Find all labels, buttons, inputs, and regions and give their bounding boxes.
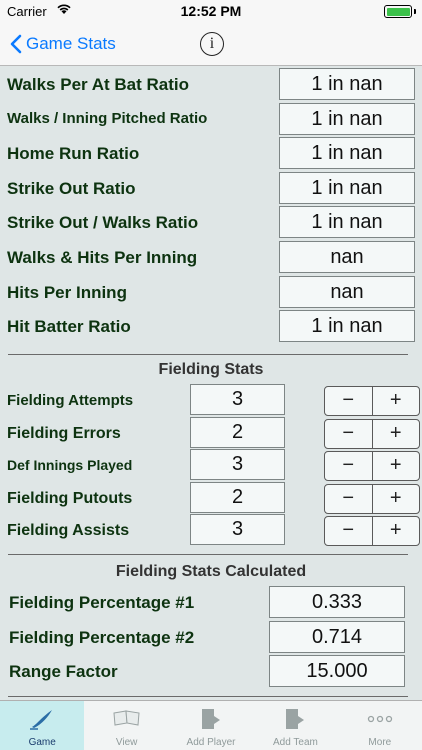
ratio-value: 1 in nan bbox=[279, 206, 415, 239]
ratio-row: Hit Batter Ratio 1 in nan bbox=[0, 310, 422, 343]
ratio-value: 1 in nan bbox=[279, 102, 415, 135]
ratio-row: Home Run Ratio 1 in nan bbox=[0, 137, 422, 170]
more-icon bbox=[366, 707, 394, 736]
add-team-icon bbox=[282, 707, 308, 736]
ratio-row: Walks & Hits Per Inning nan bbox=[0, 241, 422, 273]
calculated-value: 0.714 bbox=[269, 620, 405, 653]
status-time: 12:52 PM bbox=[180, 3, 242, 19]
tab-game-label: Game bbox=[28, 737, 56, 748]
decrement-button[interactable]: − bbox=[325, 420, 372, 448]
fielding-value: 3 bbox=[190, 514, 285, 546]
fielding-label: Def Innings Played bbox=[7, 457, 133, 474]
fielding-stepper[interactable]: − + bbox=[324, 386, 420, 416]
calculated-label: Range Factor bbox=[9, 662, 118, 681]
ratio-row: Walks / Inning Pitched Ratio 1 in nan bbox=[0, 102, 422, 135]
tab-add-team-label: Add Team bbox=[273, 737, 318, 748]
battery-icon bbox=[384, 5, 412, 18]
calculated-value: 15.000 bbox=[269, 655, 405, 687]
tab-add-team[interactable]: Add Team bbox=[253, 701, 337, 750]
calculated-value: 0.333 bbox=[269, 586, 405, 618]
decrement-button[interactable]: − bbox=[325, 517, 372, 545]
ratio-value: 1 in nan bbox=[279, 137, 415, 170]
ratio-row: Strike Out / Walks Ratio 1 in nan bbox=[0, 206, 422, 239]
fielding-stats-title: Fielding Stats bbox=[158, 361, 264, 378]
tab-add-player-label: Add Player bbox=[186, 737, 236, 748]
ratio-row: Strike Out Ratio 1 in nan bbox=[0, 171, 422, 204]
tab-bar: Game View Add Player Add Team More bbox=[0, 700, 422, 750]
fielding-stepper[interactable]: − + bbox=[324, 418, 420, 449]
ratio-value: nan bbox=[279, 241, 415, 273]
ratio-label: Strike Out / Walks Ratio bbox=[7, 213, 199, 233]
fielding-row: Fielding Putouts 2 − + bbox=[0, 481, 422, 514]
add-player-icon bbox=[198, 707, 224, 736]
fielding-stepper[interactable]: − + bbox=[324, 451, 420, 482]
fielding-label: Fielding Errors bbox=[7, 424, 121, 442]
decrement-button[interactable]: − bbox=[325, 452, 372, 480]
increment-button[interactable]: + bbox=[371, 452, 420, 481]
ratio-label: Strike Out Ratio bbox=[7, 178, 136, 198]
fielding-row: Fielding Attempts 3 − + bbox=[0, 384, 422, 416]
back-button-label: Game Stats bbox=[26, 34, 116, 53]
calculated-row: Range Factor 15.000 bbox=[0, 655, 422, 687]
back-button[interactable]: Game Stats bbox=[10, 31, 116, 57]
increment-button[interactable]: + bbox=[371, 517, 420, 546]
ratio-label: Hits Per Inning bbox=[7, 282, 127, 302]
info-icon[interactable]: i bbox=[200, 32, 224, 56]
ratio-value: nan bbox=[279, 275, 415, 308]
fielding-row: Fielding Errors 2 − + bbox=[0, 416, 422, 449]
status-bar: Carrier 12:52 PM bbox=[0, 0, 422, 22]
calculated-label: Fielding Percentage #1 bbox=[9, 593, 195, 612]
fielding-value: 2 bbox=[190, 481, 285, 513]
calculated-label: Fielding Percentage #2 bbox=[9, 627, 195, 647]
chevron-left-icon bbox=[10, 34, 22, 54]
ratio-row: Walks Per At Bat Ratio 1 in nan bbox=[0, 68, 422, 100]
ratio-value: 1 in nan bbox=[279, 310, 415, 343]
ratio-label: Hit Batter Ratio bbox=[7, 317, 131, 337]
pen-icon bbox=[28, 707, 56, 736]
divider bbox=[8, 554, 408, 555]
fielding-stepper[interactable]: − + bbox=[324, 516, 420, 547]
nav-bar: Game Stats i bbox=[0, 22, 422, 66]
calculated-row: Fielding Percentage #2 0.714 bbox=[0, 620, 422, 653]
increment-button[interactable]: + bbox=[371, 387, 420, 415]
fielding-label: Fielding Attempts bbox=[7, 392, 134, 409]
fielding-row: Fielding Assists 3 − + bbox=[0, 514, 422, 547]
ratio-label: Walks / Inning Pitched Ratio bbox=[7, 109, 208, 127]
fielding-value: 3 bbox=[190, 384, 285, 415]
ratio-label: Walks & Hits Per Inning bbox=[7, 248, 198, 267]
ratio-label: Walks Per At Bat Ratio bbox=[7, 75, 190, 94]
tab-view-label: View bbox=[115, 737, 138, 748]
ratio-value: 1 in nan bbox=[279, 68, 415, 100]
fielding-label: Fielding Assists bbox=[7, 522, 130, 540]
calculated-row: Fielding Percentage #1 0.333 bbox=[0, 586, 422, 618]
ratio-value: 1 in nan bbox=[279, 171, 415, 204]
book-icon bbox=[112, 707, 142, 734]
fielding-label: Fielding Putouts bbox=[7, 489, 133, 507]
tab-view[interactable]: View bbox=[84, 701, 168, 750]
fielding-row: Def Innings Played 3 − + bbox=[0, 449, 422, 482]
ratio-row: Hits Per Inning nan bbox=[0, 275, 422, 308]
tab-add-player[interactable]: Add Player bbox=[169, 701, 253, 750]
decrement-button[interactable]: − bbox=[325, 485, 372, 513]
tab-game[interactable]: Game bbox=[0, 701, 85, 750]
fielding-value: 3 bbox=[190, 449, 285, 481]
fielding-calculated-title: Fielding Stats Calculated bbox=[115, 563, 307, 580]
fielding-stepper[interactable]: − + bbox=[324, 483, 420, 514]
increment-button[interactable]: + bbox=[371, 484, 420, 513]
increment-button[interactable]: + bbox=[371, 419, 420, 448]
tab-more[interactable]: More bbox=[338, 701, 422, 750]
tab-more-label: More bbox=[368, 737, 392, 748]
divider bbox=[8, 696, 408, 697]
divider bbox=[8, 354, 408, 355]
ratio-label: Home Run Ratio bbox=[7, 144, 140, 164]
decrement-button[interactable]: − bbox=[325, 387, 372, 415]
fielding-value: 2 bbox=[190, 416, 285, 448]
